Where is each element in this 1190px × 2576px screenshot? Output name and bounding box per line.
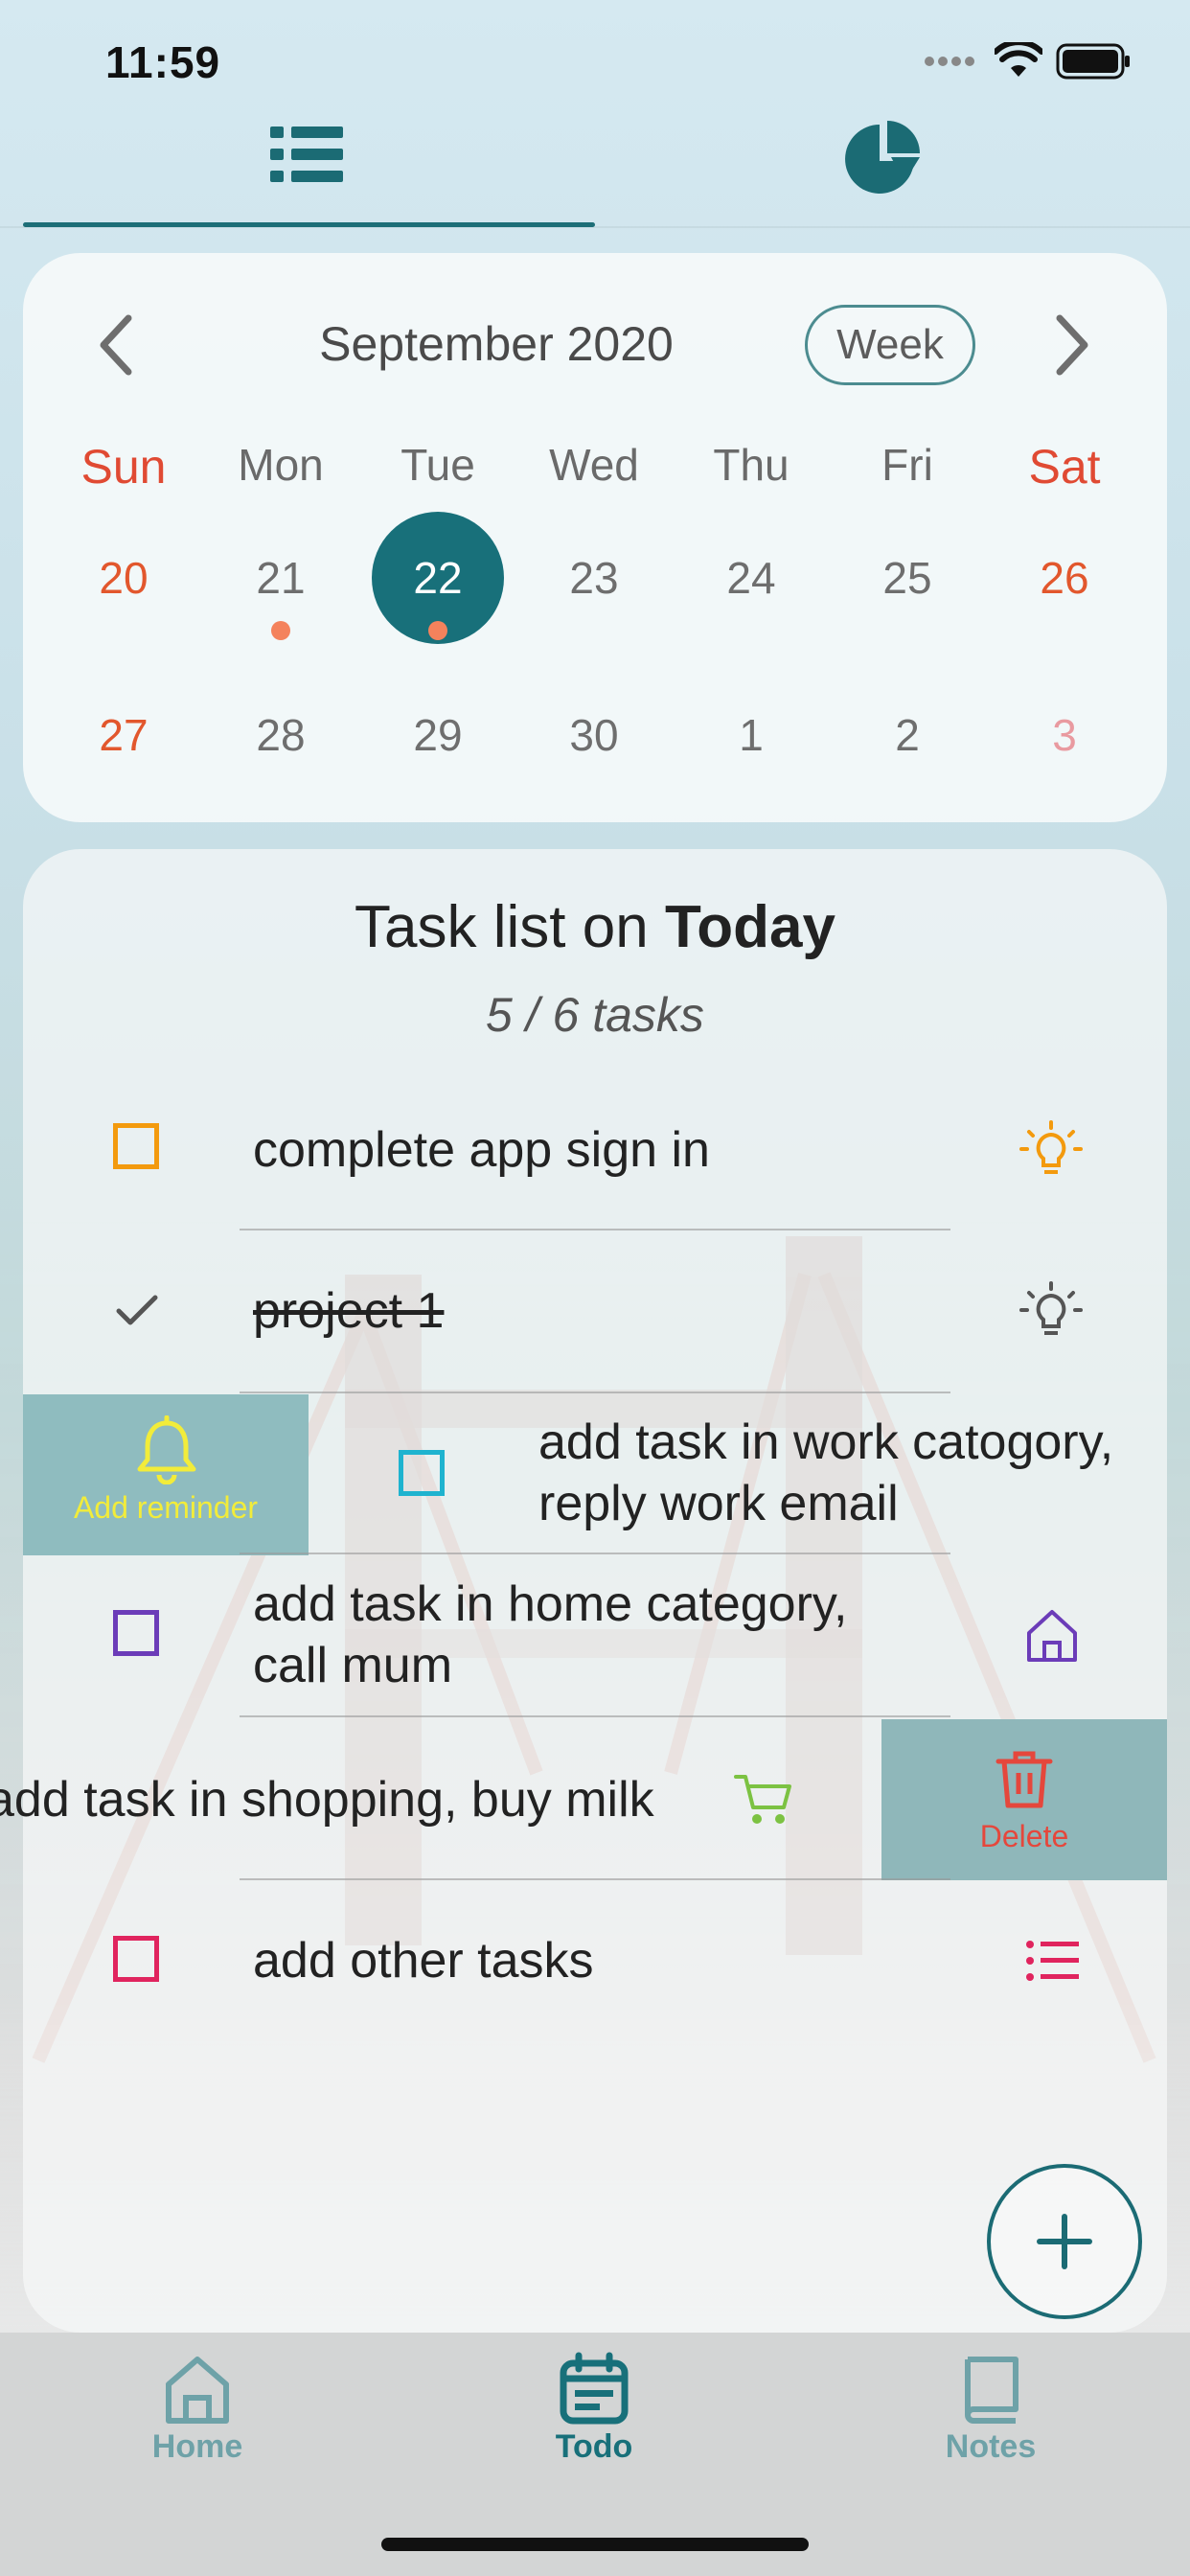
wifi-icon xyxy=(995,42,1042,77)
task-checkbox[interactable] xyxy=(113,1610,159,1656)
cellular-signal-icon xyxy=(925,57,974,66)
task-indicator-dot xyxy=(271,621,290,640)
list-icon xyxy=(1026,1941,1079,1981)
plus-icon xyxy=(1037,2214,1092,2269)
task-list-title-day: Today xyxy=(664,894,835,960)
nav-todo-label: Todo xyxy=(555,2428,633,2465)
task-indicator-dot xyxy=(428,621,447,640)
nav-notes[interactable]: Notes xyxy=(885,2352,1096,2466)
task-checkbox[interactable] xyxy=(113,1123,159,1169)
task-text: add task in shopping, buy milk xyxy=(0,1772,654,1828)
task-separator xyxy=(240,1392,950,1393)
calendar-day[interactable]: 25 xyxy=(845,552,970,604)
task-row-swiped[interactable]: add task in work catogory, reply work em… xyxy=(287,1394,1190,1555)
weekday-sun: Sun xyxy=(80,440,167,494)
calendar-day-selected[interactable]: 22 xyxy=(376,552,500,604)
tab-list[interactable] xyxy=(268,123,345,190)
chevron-right-icon xyxy=(1056,314,1088,376)
calendar-day[interactable]: 29 xyxy=(376,709,500,761)
task-text: add task in work catogory, reply work em… xyxy=(538,1414,1114,1531)
checkmark-icon[interactable] xyxy=(115,1294,159,1328)
weekday-sat: Sat xyxy=(1028,440,1101,494)
weekday-thu: Thu xyxy=(713,440,790,490)
task-row[interactable]: complete app sign in xyxy=(0,1070,1190,1230)
bell-icon xyxy=(137,1415,196,1484)
next-month-button[interactable] xyxy=(1035,307,1111,383)
status-icons xyxy=(924,42,1133,80)
home-indicator[interactable] xyxy=(381,2538,809,2551)
add-reminder-action[interactable]: Add reminder xyxy=(23,1394,309,1555)
task-text: add other tasks xyxy=(253,1933,594,1989)
nav-notes-label: Notes xyxy=(945,2428,1037,2465)
pie-chart-icon xyxy=(845,121,920,194)
task-text: complete app sign in xyxy=(253,1122,710,1178)
calendar-day[interactable]: 24 xyxy=(689,552,813,604)
lightbulb-icon xyxy=(1019,1120,1083,1174)
add-task-button[interactable] xyxy=(987,2164,1142,2319)
task-checkbox[interactable] xyxy=(113,1936,159,1982)
calendar-icon xyxy=(560,2352,629,2425)
home-icon xyxy=(166,2357,229,2424)
trash-icon xyxy=(995,1751,1053,1808)
list-icon xyxy=(270,126,343,182)
home-icon xyxy=(1027,1610,1077,1662)
task-count: 5 / 6 tasks xyxy=(486,988,704,1042)
calendar-day[interactable]: 1 xyxy=(689,709,813,761)
task-checkbox[interactable] xyxy=(399,1450,445,1496)
task-separator xyxy=(240,1715,950,1717)
calendar-day[interactable]: 27 xyxy=(61,709,186,761)
add-reminder-label: Add reminder xyxy=(73,1490,259,1525)
calendar-day[interactable]: 26 xyxy=(1002,552,1127,604)
task-list-title: Task list on Today xyxy=(0,893,1190,961)
battery-icon xyxy=(1056,43,1130,80)
task-list-title-prefix: Task list on xyxy=(355,894,665,960)
weekday-tue: Tue xyxy=(400,440,475,490)
notebook-icon xyxy=(965,2357,1018,2424)
weekday-wed: Wed xyxy=(549,440,639,490)
nav-home-label: Home xyxy=(151,2428,243,2465)
task-row[interactable]: add task in home category, call mum xyxy=(0,1554,1190,1715)
task-row-swiped[interactable]: add task in shopping, buy milk xyxy=(0,1719,881,1880)
task-text-completed: project 1 xyxy=(253,1283,445,1339)
calendar-day[interactable]: 28 xyxy=(218,709,343,761)
weekday-fri: Fri xyxy=(881,440,933,490)
calendar-day[interactable]: 2 xyxy=(845,709,970,761)
calendar-day[interactable]: 21 xyxy=(218,552,343,604)
weekday-mon: Mon xyxy=(238,440,324,490)
nav-home[interactable]: Home xyxy=(92,2352,303,2466)
task-row[interactable]: add other tasks xyxy=(0,1880,1190,2041)
delete-action[interactable]: Delete xyxy=(881,1719,1167,1880)
delete-label: Delete xyxy=(979,1819,1069,1853)
calendar-day[interactable]: 30 xyxy=(532,709,656,761)
status-time: 11:59 xyxy=(105,37,221,87)
lightbulb-icon xyxy=(1019,1281,1083,1335)
calendar-day[interactable]: 23 xyxy=(532,552,656,604)
nav-todo[interactable]: Todo xyxy=(489,2352,699,2466)
cart-icon xyxy=(734,1775,791,1824)
calendar-day[interactable]: 20 xyxy=(61,552,186,604)
task-row[interactable]: project 1 xyxy=(0,1230,1190,1392)
task-text: add task in home category, call mum xyxy=(253,1576,848,1693)
tab-stats[interactable] xyxy=(843,119,924,196)
active-tab-indicator xyxy=(23,222,595,227)
week-toggle-button[interactable]: Week xyxy=(805,305,975,385)
calendar-day[interactable]: 3 xyxy=(1002,709,1127,761)
